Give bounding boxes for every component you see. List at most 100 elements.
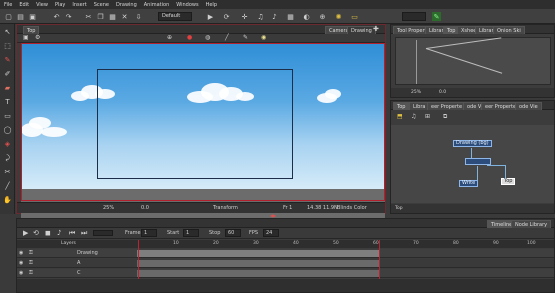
undo-icon[interactable]: ↶ <box>52 12 61 21</box>
brush-preset-icon[interactable]: ✎ <box>432 12 441 21</box>
zoom-level[interactable]: 25% <box>103 205 114 211</box>
zoom-in-icon[interactable]: ⊕ <box>167 34 172 41</box>
visibility-icon[interactable]: ◉ <box>19 250 23 256</box>
write-node[interactable]: Write <box>459 180 479 187</box>
menu-edit[interactable]: Edit <box>19 2 29 8</box>
node-add-icon[interactable]: ⬒ <box>397 113 403 120</box>
grid-icon[interactable]: ▦ <box>286 12 295 21</box>
stop-marker[interactable] <box>379 240 380 282</box>
pencil-tool-icon[interactable]: ✐ <box>3 70 12 79</box>
menu-insert[interactable]: Insert <box>72 2 86 8</box>
text-tool-icon[interactable]: T <box>3 98 12 107</box>
dropper-tool-icon[interactable]: ⤸ <box>3 154 12 163</box>
last-frame-icon[interactable]: ⏭ <box>81 229 87 238</box>
timeline-layer-row[interactable]: ◉ ⚿ A <box>17 259 554 268</box>
menu-file[interactable]: File <box>4 2 12 8</box>
record-icon[interactable]: ● <box>187 34 192 41</box>
eraser-tool-icon[interactable]: ▰ <box>3 84 12 93</box>
rotate-icon[interactable]: ⟳ <box>222 12 231 21</box>
hand-tool-icon[interactable]: ✋ <box>3 196 12 205</box>
fps-field[interactable]: 24 <box>263 229 279 237</box>
layer-exposure[interactable] <box>137 260 379 267</box>
delete-icon[interactable]: ✕ <box>120 12 129 21</box>
timeline-layer-row[interactable]: ◉ ⚿ Drawing <box>17 249 554 258</box>
paint-tool-icon[interactable]: ◈ <box>3 140 12 149</box>
menu-drawing[interactable]: Drawing <box>116 2 137 8</box>
tab-onion-skin[interactable]: Onion Ski <box>493 26 525 34</box>
bulb-icon[interactable]: ◉ <box>261 34 266 41</box>
layer-exposure[interactable] <box>137 270 379 277</box>
menu-play[interactable]: Play <box>55 2 65 8</box>
layer-name[interactable]: Drawing <box>77 250 98 256</box>
light-table-icon[interactable]: ✺ <box>334 12 343 21</box>
playhead[interactable] <box>138 240 139 282</box>
layer-name[interactable]: C <box>77 270 81 276</box>
tab-node-view-2[interactable]: ode Vie <box>515 102 542 110</box>
workspace-select[interactable]: Default <box>158 12 192 21</box>
paste-icon[interactable]: ▦ <box>108 12 117 21</box>
menu-scene[interactable]: Scene <box>94 2 109 8</box>
frame-field[interactable]: 1 <box>141 229 157 237</box>
menu-animation[interactable]: Animation <box>144 2 170 8</box>
node-peg-icon[interactable]: ⊞ <box>425 113 430 120</box>
transform-icon[interactable]: ✛ <box>240 12 249 21</box>
settings-icon[interactable]: ⚙ <box>35 34 40 41</box>
timeline-layer-row[interactable]: ◉ ⚿ C <box>17 269 554 278</box>
cut-icon[interactable]: ✂ <box>84 12 93 21</box>
view-select[interactable] <box>402 12 426 21</box>
stop-field[interactable]: 60 <box>225 229 241 237</box>
composite-node[interactable] <box>465 158 491 165</box>
music-icon[interactable]: ♪ <box>270 12 279 21</box>
node-group-icon[interactable]: ⧉ <box>443 113 447 121</box>
playback-speed-slider[interactable] <box>93 230 113 236</box>
play-button-icon[interactable]: ▶ <box>23 229 28 237</box>
frame-ruler[interactable]: 10 20 30 40 50 60 70 80 90 100 <box>137 240 554 248</box>
onion-icon[interactable]: ◐ <box>302 12 311 21</box>
sound-scrub-icon[interactable]: ♪ <box>57 229 61 237</box>
add-view-icon[interactable]: ✚ <box>373 25 379 33</box>
sound-icon[interactable]: ♫ <box>256 12 265 21</box>
visibility-icon[interactable]: ◉ <box>19 260 23 266</box>
menu-windows[interactable]: Windows <box>176 2 198 8</box>
redo-icon[interactable]: ↷ <box>64 12 73 21</box>
lock-icon[interactable]: ⚿ <box>29 250 33 256</box>
top-view-angle[interactable]: 0.0 <box>439 90 446 95</box>
visibility-icon[interactable]: ◉ <box>19 270 23 276</box>
tab-layer-properties[interactable]: eer Properte <box>427 102 467 110</box>
ellipse-tool-icon[interactable]: ◯ <box>3 126 12 135</box>
layer-exposure[interactable] <box>137 250 379 257</box>
stroke-tool-icon[interactable]: ╱ <box>3 182 12 191</box>
start-field[interactable]: 1 <box>183 229 199 237</box>
tab-drawing[interactable]: Drawing <box>347 26 376 34</box>
shape-tool-icon[interactable]: ▭ <box>3 112 12 121</box>
camera-icon[interactable]: ▣ <box>23 34 29 41</box>
tab-top-node[interactable]: Top <box>393 102 410 110</box>
angle-value[interactable]: 0.0 <box>141 205 149 211</box>
lock-icon[interactable]: ⚿ <box>29 270 33 276</box>
brush-tool-icon[interactable]: ✎ <box>3 56 12 65</box>
import-icon[interactable]: ⇩ <box>134 12 143 21</box>
save-icon[interactable]: ▣ <box>28 12 37 21</box>
peg-icon[interactable]: ⊕ <box>318 12 327 21</box>
menu-view[interactable]: View <box>36 2 48 8</box>
tab-node-library[interactable]: Node Library <box>511 220 552 228</box>
drawing-node[interactable]: Drawing (bg) <box>453 140 492 147</box>
camera-view-title[interactable]: Top <box>23 26 40 34</box>
display-node[interactable]: Top <box>501 178 516 185</box>
first-frame-icon[interactable]: ⏮ <box>69 229 75 238</box>
brush-size-icon[interactable]: ◍ <box>205 34 210 41</box>
copy-icon[interactable]: ❐ <box>96 12 105 21</box>
layer-name[interactable]: A <box>77 260 80 266</box>
cutter-tool-icon[interactable]: ✂ <box>3 168 12 177</box>
line-icon[interactable]: ╱ <box>225 34 229 41</box>
menu-help[interactable]: Help <box>206 2 217 8</box>
contour-tool-icon[interactable]: ⬚ <box>3 42 12 51</box>
top-view-zoom[interactable]: 25% <box>411 90 421 95</box>
stop-icon[interactable]: ◼ <box>45 229 51 237</box>
loop-icon[interactable]: ⟲ <box>33 229 39 237</box>
pen-icon[interactable]: ✎ <box>243 34 248 41</box>
select-tool-icon[interactable]: ↖ <box>3 28 12 37</box>
node-music-icon[interactable]: ♫ <box>411 113 416 120</box>
camera-frame-icon[interactable]: ▭ <box>350 12 359 21</box>
play-icon[interactable]: ▶ <box>206 12 215 21</box>
